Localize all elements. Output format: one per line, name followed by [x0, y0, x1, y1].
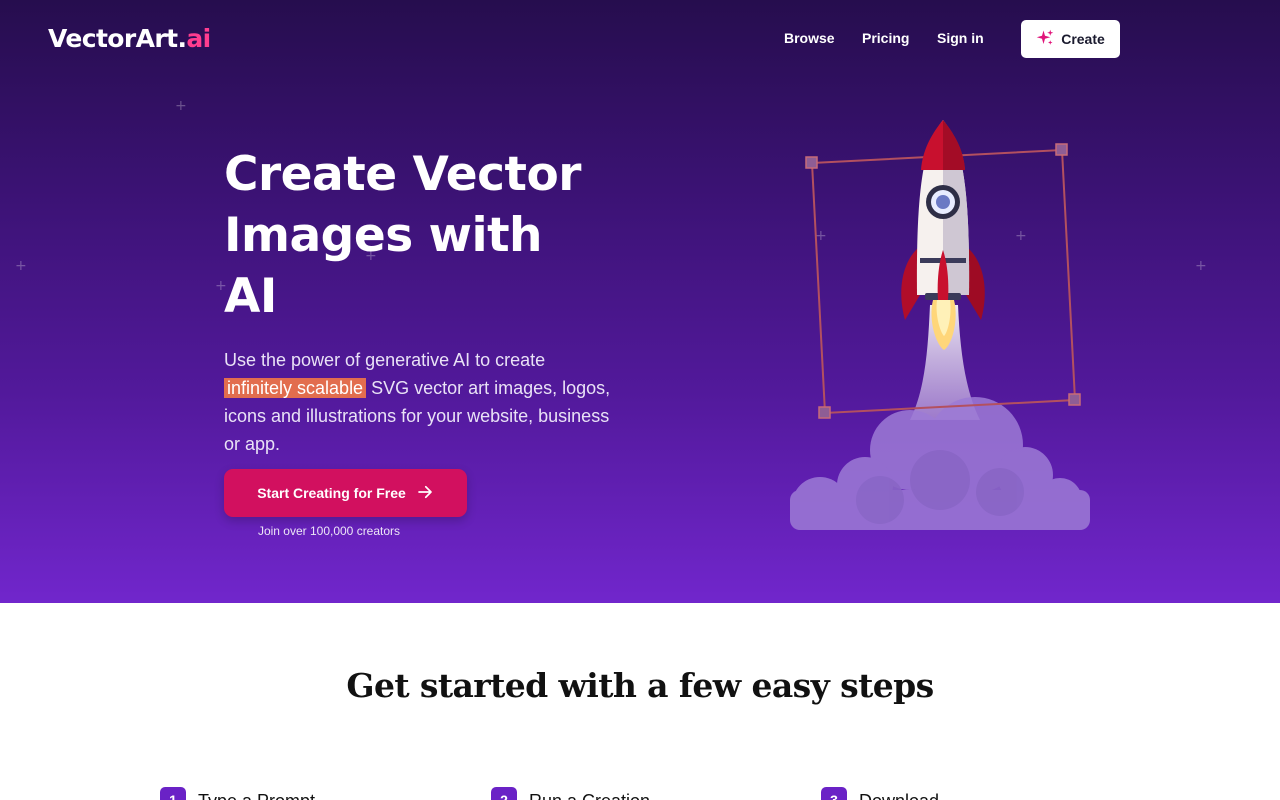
cta-label: Start Creating for Free: [257, 485, 406, 501]
hero-subtitle: Use the power of generative AI to create…: [224, 346, 614, 458]
rocket-illustration: [760, 100, 1120, 533]
step-label: Run a Creation: [529, 787, 650, 800]
brand-suffix: ai: [186, 24, 211, 53]
nav-pricing-link[interactable]: Pricing: [862, 30, 909, 46]
create-button-label: Create: [1061, 31, 1105, 47]
cta-note: Join over 100,000 creators: [257, 524, 401, 538]
brand-logo[interactable]: VectorArt.ai: [48, 24, 211, 53]
nav-browse-link[interactable]: Browse: [784, 30, 835, 46]
step-item: 2 Run a Creation: [491, 787, 650, 800]
steps-section-title: Get started with a few easy steps: [346, 666, 934, 705]
subtitle-highlight: infinitely scalable: [224, 378, 367, 398]
start-creating-button[interactable]: Start Creating for Free: [224, 469, 467, 517]
sparkle-icon: [1036, 29, 1054, 50]
hero-section: + + + + + + + VectorArt.ai Browse Pricin…: [0, 0, 1280, 603]
step-label: Download: [859, 787, 939, 800]
subtitle-text: Use the power of generative AI to create: [224, 350, 546, 370]
step-item: 3 Download: [821, 787, 939, 800]
step-number-badge: 1: [160, 787, 186, 800]
arrow-right-icon: [416, 483, 434, 504]
step-number-badge: 2: [491, 787, 517, 800]
nav-sign-in-link[interactable]: Sign in: [937, 30, 984, 46]
step-label: Type a Prompt: [198, 787, 315, 800]
sparkle-icon: +: [175, 98, 187, 114]
create-button[interactable]: Create: [1021, 20, 1120, 58]
sparkle-icon: +: [15, 258, 27, 274]
sparkle-icon: +: [1195, 258, 1207, 274]
hero-headline: Create Vector Images with AI: [224, 147, 581, 324]
step-number-badge: 3: [821, 787, 847, 800]
step-item: 1 Type a Prompt: [160, 787, 315, 800]
brand-name: VectorArt.: [48, 24, 187, 53]
